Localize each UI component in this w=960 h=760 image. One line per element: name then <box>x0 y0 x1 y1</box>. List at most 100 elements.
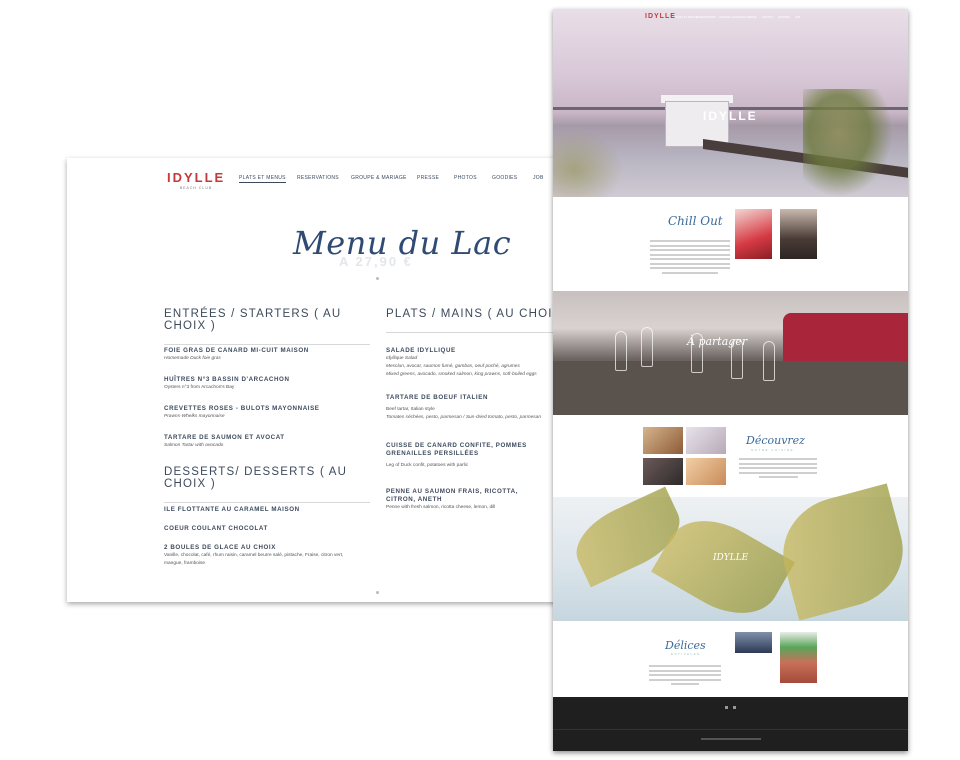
section-rule <box>164 344 370 345</box>
logo-word: IDYLLE <box>167 170 226 185</box>
dish-photo <box>686 427 726 454</box>
menu-item-title: CUISSE DE CANARD CONFITE, POMMES GRENAIL… <box>386 442 527 457</box>
dish-photo <box>686 458 726 485</box>
palm-leaf <box>770 483 908 621</box>
home-logo[interactable]: IDYLLE <box>645 13 676 20</box>
chill-out-text <box>650 240 730 276</box>
section-rule <box>386 332 567 333</box>
nav-plats-et-menus[interactable]: PLATS ET MENUS <box>239 175 286 183</box>
menu-item-title: CREVETTES ROSES - BULOTS MAYONNAISE <box>164 405 320 412</box>
menu-item-title: PENNE AU SAUMON FRAIS, RICOTTA, CITRON, … <box>386 488 519 503</box>
home-header: IDYLLE PLATS ET MENUS RESERVATIONS GROUP… <box>553 9 908 25</box>
site-footer <box>553 697 908 751</box>
section-rule <box>164 502 370 503</box>
menu-item-desc: mangue, framboise <box>164 561 206 566</box>
menu-item: TARTARE DE BOEUF ITALIEN Beef tartar, It… <box>386 394 567 422</box>
hero-logo: IDYLLE <box>703 109 758 123</box>
starters-heading: ENTRÉES / STARTERS ( AU CHOIX ) <box>164 308 342 332</box>
menu-item: HUÎTRES N°3 BASSIN D'ARCACHON Oysters n°… <box>164 376 370 392</box>
home-nav-reservations[interactable]: RESERVATIONS <box>696 16 716 19</box>
nav-photos[interactable]: PHOTOS <box>454 175 477 181</box>
menu-item-desc: Idyllique Salad <box>386 356 418 361</box>
menu-item-desc: Prawns-Whelks mayonnaise <box>164 414 225 419</box>
menu-item-title: ILE FLOTTANTE AU CARAMEL MAISON <box>164 506 300 513</box>
desserts-heading: DESSERTS/ DESSERTS ( AU CHOIX ) <box>164 466 348 490</box>
home-nav-photos[interactable]: PHOTOS <box>762 16 773 19</box>
menu-item-desc: Vanille, chocolat, café, rhum raisin, ca… <box>164 553 344 558</box>
nav-groupe-mariage[interactable]: GROUPE & MARIAGE <box>351 175 407 181</box>
menu-item: SALADE IDYLLIQUE Idyllique Salad Mesclun… <box>386 347 567 379</box>
delices-subtitle: ESTIVALES <box>671 652 701 656</box>
home-nav-goodies[interactable]: GOODIES <box>778 16 790 19</box>
menu-item-desc: Penne with fresh salmon, ricotta cheese,… <box>386 505 496 510</box>
wine-glass <box>641 327 653 367</box>
menu-item-title: TARTARE DE BOEUF ITALIEN <box>386 394 489 401</box>
menu-item-desc: Beef tartar, Italian style <box>386 407 435 412</box>
mains-section: PLATS / MAINS ( AU CHOIX ) <box>386 308 567 333</box>
hero-image: IDYLLE <box>553 9 908 197</box>
cocktail-photo <box>735 209 772 259</box>
menu-item-desc: Leg of Duck confit, potatoes with parlic <box>386 463 469 468</box>
nav-presse[interactable]: PRESSE <box>417 175 439 181</box>
menu-item-desc: Mixed greens, avocado, smoked salmon, ki… <box>386 372 537 377</box>
dish-photo <box>643 458 683 485</box>
nav-reservations[interactable]: RESERVATIONS <box>297 175 339 181</box>
menu-item-title: SALADE IDYLLIQUE <box>386 347 456 354</box>
menu-item-title: 2 BOULES DE GLACE AU CHOIX <box>164 544 276 551</box>
nav-job[interactable]: JOB <box>533 175 544 181</box>
menu-item: COEUR COULANT CHOCOLAT <box>164 525 370 533</box>
menu-item: ILE FLOTTANTE AU CARAMEL MAISON <box>164 506 370 514</box>
palm-leaves <box>553 129 623 197</box>
home-page-screenshot: IDYLLE IDYLLE PLATS ET MENUS RESERVATION… <box>553 9 908 751</box>
menu-item: 2 BOULES DE GLACE AU CHOIX Vanille, choc… <box>164 544 370 568</box>
menu-item-title: TARTARE DE SAUMON ET AVOCAT <box>164 434 285 441</box>
home-nav-job[interactable]: JOB <box>795 16 800 19</box>
home-nav-groupe[interactable]: GROUPE & MARIAGE <box>719 16 745 19</box>
dish-photo <box>643 427 683 454</box>
footer-divider <box>553 729 908 730</box>
delices-text <box>649 665 721 688</box>
idylle-logo[interactable]: IDYLLE BEACH CLUB <box>167 170 225 190</box>
menu-item: CREVETTES ROSES - BULOTS MAYONNAISE Praw… <box>164 405 370 421</box>
home-nav-plats[interactable]: PLATS ET MENUS <box>675 16 697 19</box>
mains-heading: PLATS / MAINS ( AU CHOIX ) <box>386 308 567 320</box>
wine-glass <box>615 331 627 371</box>
menu-item-title: COEUR COULANT CHOCOLAT <box>164 525 268 532</box>
mojito-photo <box>780 632 817 683</box>
nav-goodies[interactable]: GOODIES <box>492 175 517 181</box>
menu-item: CUISSE DE CANARD CONFITE, POMMES GRENAIL… <box>386 442 546 470</box>
menu-item: TARTARE DE SAUMON ET AVOCAT Salmon Tarta… <box>164 434 370 450</box>
decouvrez-title: Découvrez <box>746 434 805 447</box>
chill-out-title: Chill Out <box>668 214 723 228</box>
home-nav-presse[interactable]: PRESSE <box>746 16 757 19</box>
starters-section: ENTRÉES / STARTERS ( AU CHOIX ) <box>164 308 370 345</box>
menu-item-desc: Salmon Tartar with avocado <box>164 443 224 448</box>
facebook-icon[interactable] <box>733 706 736 709</box>
footer-copyright <box>701 738 761 740</box>
terrace-band-image: À partager <box>553 291 908 415</box>
menu-item: PENNE AU SAUMON FRAIS, RICOTTA, CITRON, … <box>386 488 546 512</box>
divider-dot <box>376 591 379 594</box>
menu-item-title: HUÎTRES N°3 BASSIN D'ARCACHON <box>164 376 290 383</box>
decouvrez-subtitle: NOTRE CUISINE <box>751 448 795 452</box>
partager-title: À partager <box>687 335 748 348</box>
menu-item: FOIE GRAS DE CANARD MI-CUIT MAISON Homem… <box>164 347 370 363</box>
palms-band-image: IDYLLE <box>553 483 908 632</box>
instagram-icon[interactable] <box>725 706 728 709</box>
menu-item-desc: Tomates séchées, pesto, parmesan / Sun-d… <box>386 415 542 420</box>
menu-item-desc: Mesclun, avocat, saumon fumé, gambas, oe… <box>386 364 520 369</box>
band2-logo: IDYLLE <box>713 553 749 563</box>
delices-title: Délices <box>665 639 706 652</box>
beach-hut <box>665 101 729 147</box>
palm-tree <box>803 89 893 197</box>
desserts-section: DESSERTS/ DESSERTS ( AU CHOIX ) <box>164 466 370 503</box>
menu-item-desc: Homemade Duck foie gras <box>164 356 221 361</box>
wine-glass <box>763 341 775 381</box>
decouvrez-text <box>739 458 817 481</box>
menu-title: Menu du Lac <box>293 224 512 262</box>
menu-item-desc: Oysters n°3 from Arcachon's Bay <box>164 385 235 390</box>
menu-item-title: FOIE GRAS DE CANARD MI-CUIT MAISON <box>164 347 309 354</box>
logo-tagline: BEACH CLUB <box>179 186 213 190</box>
restaurant-photo <box>735 632 772 653</box>
divider-dot <box>376 277 379 280</box>
